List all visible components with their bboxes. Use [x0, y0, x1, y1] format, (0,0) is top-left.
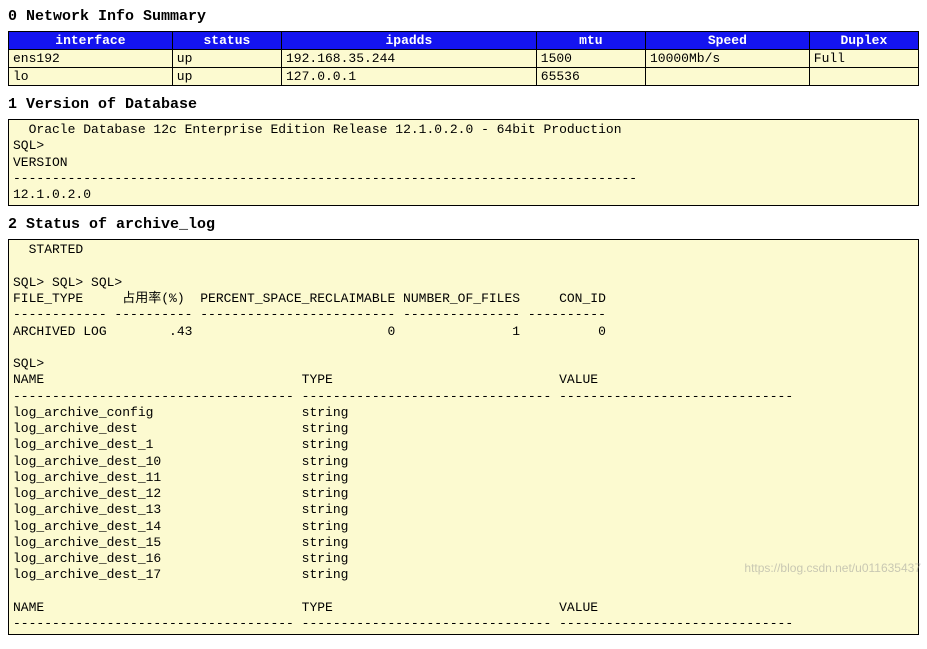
section-title-archive: 2 Status of archive_log: [8, 216, 919, 233]
table-row: ens192 up 192.168.35.244 1500 10000Mb/s …: [9, 50, 919, 68]
cell-mtu: 1500: [536, 50, 645, 68]
cell-interface: lo: [9, 68, 173, 86]
col-duplex: Duplex: [809, 32, 918, 50]
cell-duplex: [809, 68, 918, 86]
section-title-version: 1 Version of Database: [8, 96, 919, 113]
cell-interface: ens192: [9, 50, 173, 68]
cell-ipadds: 192.168.35.244: [281, 50, 536, 68]
section-title-network: 0 Network Info Summary: [8, 8, 919, 25]
col-speed: Speed: [645, 32, 809, 50]
cell-speed: 10000Mb/s: [645, 50, 809, 68]
version-output-block: Oracle Database 12c Enterprise Edition R…: [8, 119, 919, 206]
cell-status: up: [172, 68, 281, 86]
col-ipadds: ipadds: [281, 32, 536, 50]
col-mtu: mtu: [536, 32, 645, 50]
table-header-row: interface status ipadds mtu Speed Duplex: [9, 32, 919, 50]
col-interface: interface: [9, 32, 173, 50]
cell-speed: [645, 68, 809, 86]
network-table: interface status ipadds mtu Speed Duplex…: [8, 31, 919, 86]
cell-ipadds: 127.0.0.1: [281, 68, 536, 86]
cell-status: up: [172, 50, 281, 68]
table-row: lo up 127.0.0.1 65536: [9, 68, 919, 86]
cell-duplex: Full: [809, 50, 918, 68]
archive-output-block: STARTED SQL> SQL> SQL> FILE_TYPE 占用率(%) …: [8, 239, 919, 635]
col-status: status: [172, 32, 281, 50]
cell-mtu: 65536: [536, 68, 645, 86]
